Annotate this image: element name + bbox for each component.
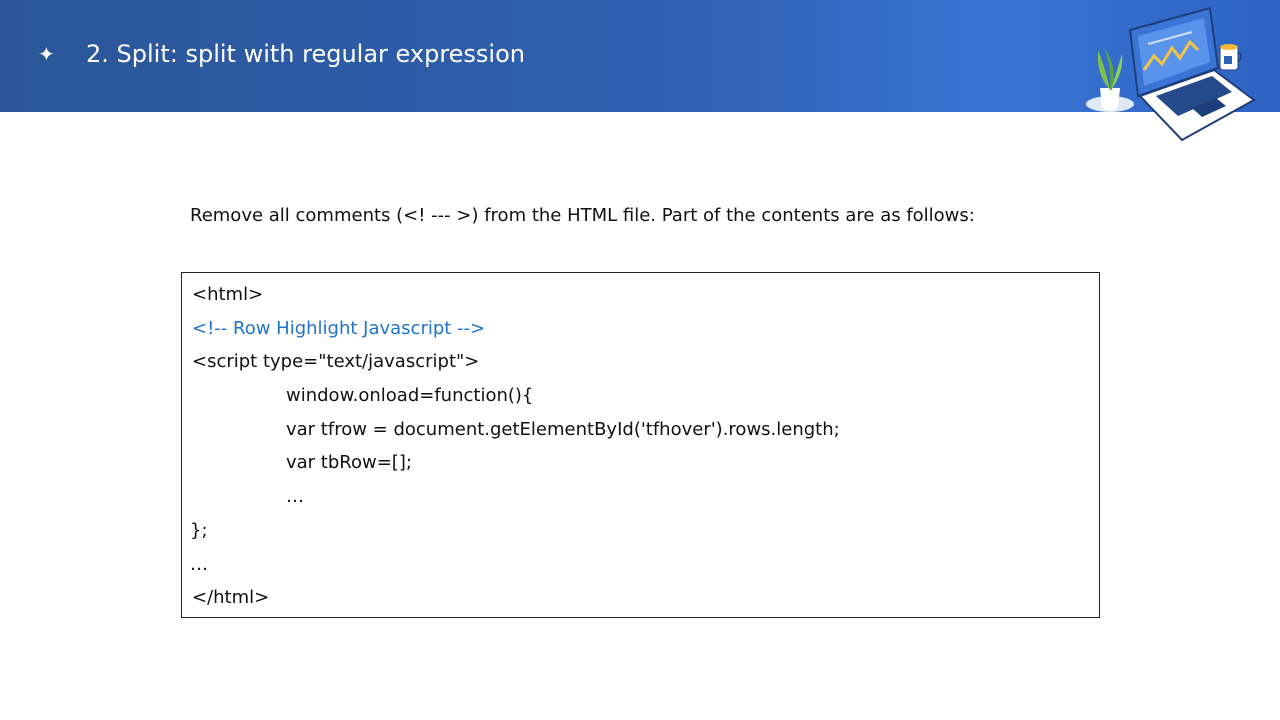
sparkle-icon: ✦ [38, 42, 55, 66]
intro-text: Remove all comments (<! --- >) from the … [190, 205, 975, 226]
code-block: <html> <!-- Row Highlight Javascript -->… [181, 272, 1100, 618]
code-line: }; [190, 520, 208, 541]
slide-header: ✦ 2. Split: split with regular expressio… [0, 0, 1280, 142]
code-line: <script type="text/javascript"> [192, 351, 480, 372]
code-line: <html> [192, 284, 264, 305]
slide-title: 2. Split: split with regular expression [86, 40, 525, 68]
code-line: … [190, 554, 208, 575]
code-line: var tbRow=[]; [286, 452, 412, 473]
code-comment-line: <!-- Row Highlight Javascript --> [192, 318, 486, 339]
code-line: </html> [192, 587, 270, 608]
code-line: … [286, 486, 304, 507]
laptop-desk-illustration-icon [1086, 6, 1256, 142]
code-line: var tfrow = document.getElementById('tfh… [286, 419, 840, 440]
code-line: window.onload=function(){ [286, 385, 534, 406]
